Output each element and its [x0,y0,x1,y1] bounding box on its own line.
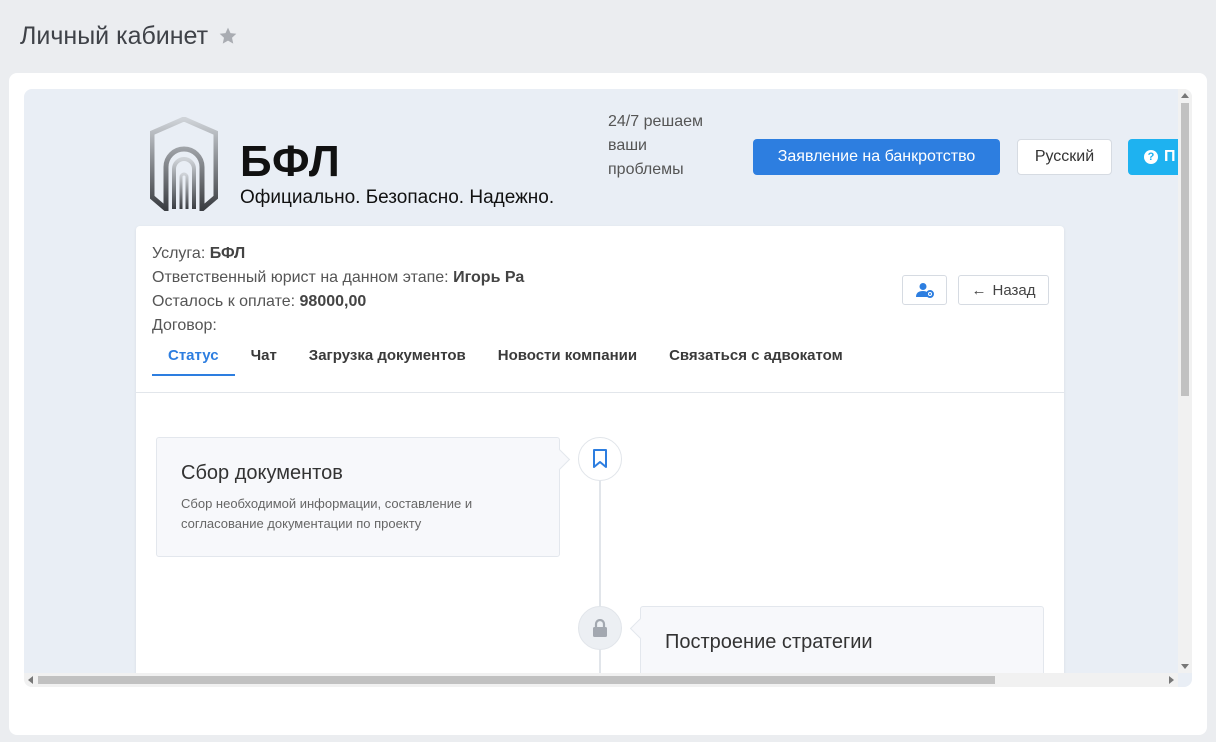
service-value: БФЛ [209,245,246,262]
step-title: Сбор документов [181,462,343,484]
scroll-left-arrow-icon[interactable] [28,676,33,684]
horizontal-scrollbar[interactable] [24,673,1178,687]
back-button-label: Назад [992,281,1036,299]
case-info-card: Услуга: БФЛ Ответственный юрист на данно… [136,226,1064,673]
help-button[interactable]: ? П [1128,139,1178,175]
embedded-frame: БФЛ Официально. Безопасно. Надежно. 24/7… [24,89,1192,687]
help-button-label: П [1164,148,1176,165]
timeline-step-card: Сбор документов Сбор необходимой информа… [156,437,560,557]
step-title: Построение стратегии [665,631,873,653]
brand-name: БФЛ [240,137,341,186]
vertical-scroll-thumb[interactable] [1181,103,1189,396]
contract-label: Договор: [152,317,217,334]
user-settings-button[interactable] [902,275,947,305]
page-header: Личный кабинет [20,18,238,54]
language-select-button[interactable]: Русский [1017,139,1112,175]
support-hours-text: 24/7 решаем ваши проблемы [608,113,704,178]
back-button[interactable]: ← Назад [958,275,1049,305]
tab-contact-lawyer[interactable]: Связаться с адвокатом [653,336,859,376]
tab-documents-upload[interactable]: Загрузка документов [293,336,482,376]
tab-bar: Статус Чат Загрузка документов Новости к… [152,336,859,376]
bankruptcy-application-button[interactable]: Заявление на банкротство [753,139,1000,175]
scroll-right-arrow-icon[interactable] [1169,676,1174,684]
lock-icon [593,619,607,637]
divider [136,392,1064,393]
page-title: Личный кабинет [20,21,209,50]
payment-label: Осталось к оплате: [152,293,296,310]
timeline-step-card: Построение стратегии [640,606,1044,673]
brand-logo [150,117,218,211]
question-icon: ? [1144,150,1158,164]
timeline-node [578,606,622,650]
lawyer-line: Ответственный юрист на данном этапе: Иго… [152,266,524,290]
timeline-node [578,437,622,481]
tab-chat[interactable]: Чат [235,336,293,376]
arrow-left-icon: ← [971,281,987,299]
contract-line: Договор: [152,314,524,338]
case-info-lines: Услуга: БФЛ Ответственный юрист на данно… [152,242,524,338]
star-icon[interactable] [218,26,238,46]
step-description: Сбор необходимой информации, составление… [181,496,473,531]
payment-line: Осталось к оплате: 98000,00 [152,290,524,314]
lawyer-value: Игорь Ра [453,269,525,286]
vertical-scrollbar[interactable] [1178,89,1192,673]
service-line: Услуга: БФЛ [152,242,524,266]
user-gear-icon [915,283,934,298]
horizontal-scroll-thumb[interactable] [38,676,995,684]
bookmark-icon [593,449,607,468]
payment-value: 98000,00 [299,293,367,310]
tab-company-news[interactable]: Новости компании [482,336,653,376]
scroll-up-arrow-icon[interactable] [1181,93,1189,98]
tab-status[interactable]: Статус [152,336,235,376]
scroll-down-arrow-icon[interactable] [1181,664,1189,669]
lawyer-label: Ответственный юрист на данном этапе: [152,269,449,286]
brand-tagline: Официально. Безопасно. Надежно. [240,187,555,208]
frame-viewport: БФЛ Официально. Безопасно. Надежно. 24/7… [24,89,1178,673]
service-label: Услуга: [152,245,206,262]
